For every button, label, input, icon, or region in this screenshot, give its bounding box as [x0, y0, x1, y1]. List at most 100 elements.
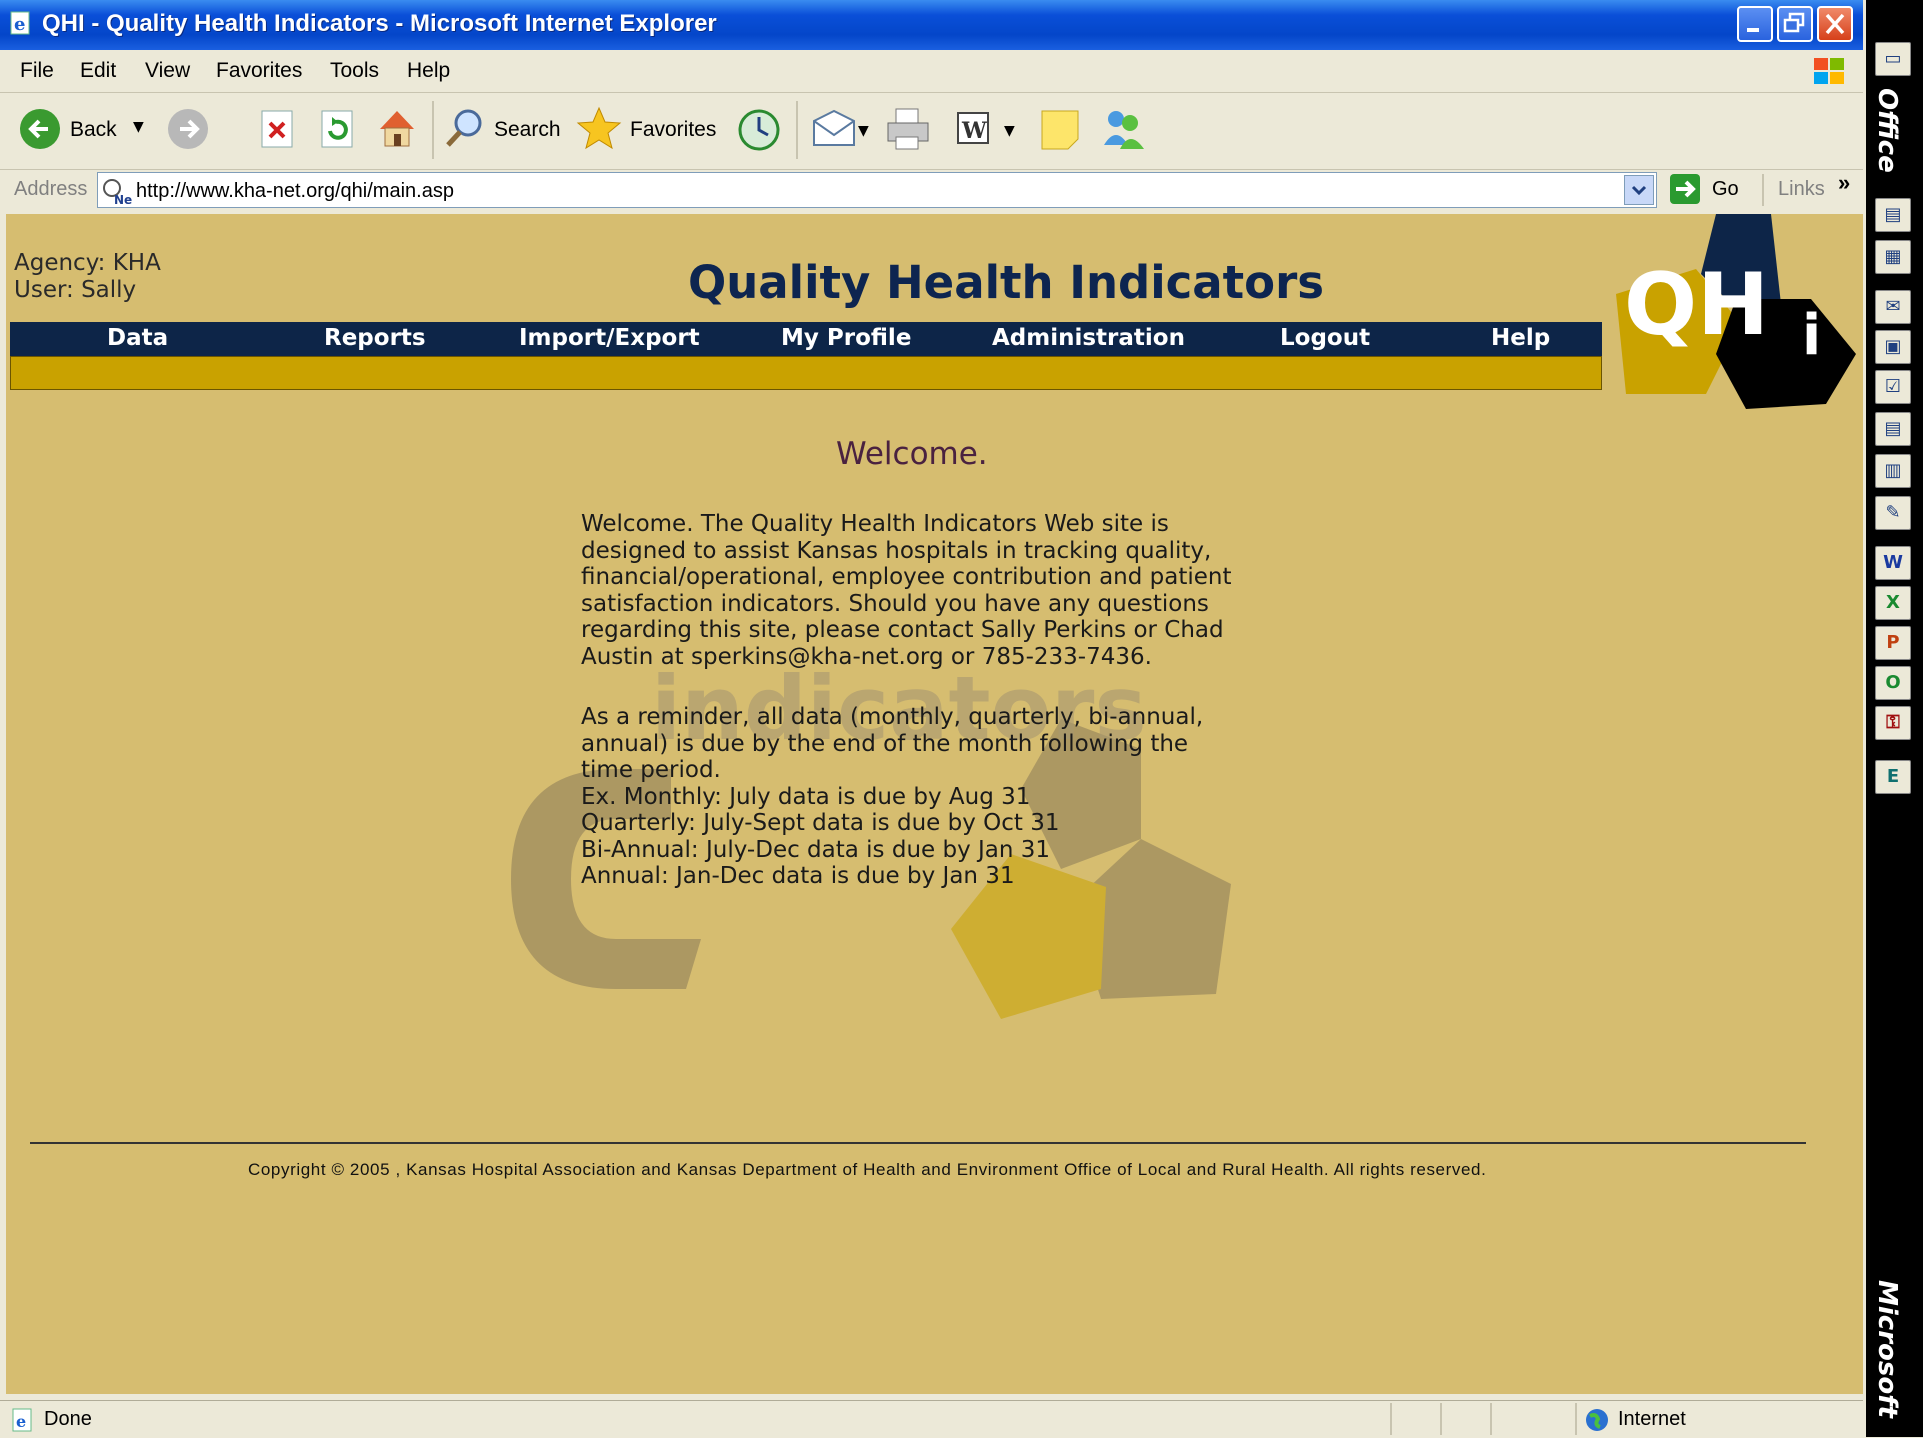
search-label: Search	[494, 118, 561, 141]
back-arrow-icon	[20, 109, 60, 149]
qhi-logo: QH i	[1616, 214, 1856, 409]
office-folder-button[interactable]: ▭	[1875, 42, 1911, 76]
menu-view[interactable]: View	[145, 59, 190, 83]
menu-edit[interactable]: Edit	[80, 59, 116, 83]
restore-button[interactable]	[1777, 6, 1813, 42]
web-page: indicators Agency: KHA User: Sally Quali…	[6, 214, 1863, 1394]
office-new-doc-button[interactable]: ▤	[1875, 198, 1911, 232]
stop-icon[interactable]	[258, 109, 298, 149]
footer-divider	[30, 1142, 1806, 1144]
minimize-button[interactable]	[1737, 6, 1773, 42]
forward-arrow-icon[interactable]	[166, 107, 210, 151]
main-nav: Data Reports Import/Export My Profile Ad…	[10, 322, 1602, 356]
address-url: http://www.kha-net.org/qhi/main.asp	[136, 180, 454, 202]
office-outlook-button[interactable]: O	[1875, 666, 1911, 700]
subnav-bar	[10, 356, 1602, 390]
toolbar-separator	[796, 101, 798, 159]
close-icon	[1825, 13, 1845, 35]
discuss-note-icon[interactable]	[1038, 107, 1084, 153]
site-title: Quality Health Indicators	[688, 256, 1325, 309]
excel-icon: X	[1886, 592, 1900, 613]
menu-bar: File Edit View Favorites Tools Help	[0, 50, 1863, 93]
home-icon[interactable]	[374, 105, 420, 151]
address-separator	[1762, 174, 1764, 206]
reminder-paragraph: As a reminder, all data (monthly, quarte…	[581, 704, 1281, 890]
office-journal-button[interactable]: ▥	[1875, 454, 1911, 488]
office-powerpoint-button[interactable]: P	[1875, 626, 1911, 660]
office-open-doc-button[interactable]: ▦	[1875, 240, 1911, 274]
nav-import-export[interactable]: Import/Export	[519, 325, 700, 351]
address-label: Address	[14, 178, 88, 200]
nav-reports[interactable]: Reports	[324, 325, 426, 351]
note-icon: ✎	[1885, 502, 1901, 523]
journal-icon: ▥	[1884, 460, 1902, 481]
menu-tools[interactable]: Tools	[330, 59, 379, 83]
address-bar: Address Net http://www.kha-net.org/qhi/m…	[0, 170, 1863, 212]
refresh-icon[interactable]	[318, 109, 358, 149]
restore-icon	[1783, 12, 1805, 33]
intro-line: Austin at sperkins@kha-net.org or 785-23…	[581, 643, 1152, 670]
office-word-button[interactable]: W	[1875, 546, 1911, 580]
office-task-button[interactable]: ☑	[1875, 370, 1911, 404]
back-dropdown-icon[interactable]: ▼	[133, 119, 144, 135]
minimize-icon	[1747, 28, 1759, 32]
search-button[interactable]: Search	[442, 105, 562, 153]
favorites-button[interactable]: Favorites	[576, 105, 726, 153]
nav-administration[interactable]: Administration	[992, 325, 1185, 351]
publisher-icon: E	[1886, 766, 1900, 787]
mail-icon[interactable]: ▼	[810, 107, 870, 153]
menu-favorites[interactable]: Favorites	[216, 59, 302, 83]
windows-logo-icon	[1814, 58, 1844, 84]
messenger-icon[interactable]	[1098, 105, 1148, 153]
back-button[interactable]: Back ▼	[18, 107, 148, 153]
task-check-icon: ☑	[1884, 376, 1902, 397]
calendar-icon: ▣	[1884, 336, 1902, 357]
intro-line: satisfaction indicators. Should you have…	[581, 590, 1209, 617]
office-shortcut-bar: Office ▭ ▤ ▦ ✉ ▣ ☑ ▤ ▥ ✎ W X P O ⚿ E Mic…	[1866, 0, 1923, 1437]
office-note-button[interactable]: ✎	[1875, 496, 1911, 530]
reminder-line: Ex. Monthly: July data is due by Aug 31	[581, 783, 1031, 810]
user-label: User: Sally	[14, 277, 137, 303]
favorites-star-icon	[576, 106, 622, 150]
office-mail-button[interactable]: ✉	[1875, 290, 1911, 324]
access-key-icon: ⚿	[1886, 712, 1900, 733]
intro-line: designed to assist Kansas hospitals in t…	[581, 537, 1212, 564]
links-more-chevron[interactable]: »	[1838, 170, 1850, 196]
back-label: Back	[70, 118, 117, 141]
reminder-line: Bi-Annual: July-Dec data is due by Jan 3…	[581, 836, 1051, 863]
office-access-button[interactable]: ⚿	[1875, 706, 1911, 740]
svg-text:Net: Net	[114, 193, 132, 206]
office-appointment-button[interactable]: ▣	[1875, 330, 1911, 364]
nav-logout[interactable]: Logout	[1280, 325, 1370, 351]
mail-envelope-icon: ✉	[1885, 296, 1901, 317]
nav-my-profile[interactable]: My Profile	[781, 325, 911, 351]
menu-file[interactable]: File	[20, 59, 54, 83]
address-dropdown-button[interactable]	[1624, 175, 1654, 205]
menu-help[interactable]: Help	[407, 59, 450, 83]
nav-data[interactable]: Data	[107, 325, 168, 351]
address-input[interactable]: Net http://www.kha-net.org/qhi/main.asp	[97, 172, 1657, 208]
copyright-text: Copyright © 2005 , Kansas Hospital Assoc…	[248, 1160, 1487, 1179]
print-icon[interactable]	[884, 105, 932, 153]
nav-help[interactable]: Help	[1491, 325, 1550, 351]
toolbar-separator	[432, 101, 434, 159]
office-publisher-button[interactable]: E	[1875, 760, 1911, 794]
office-contact-button[interactable]: ▤	[1875, 412, 1911, 446]
word-icon: W	[1883, 552, 1903, 573]
folder-icon: ▭	[1884, 48, 1902, 69]
office-label: Office	[1872, 88, 1902, 173]
go-button[interactable]: Go	[1668, 172, 1748, 208]
intro-line: financial/operational, employee contribu…	[581, 564, 1232, 590]
links-button[interactable]: Links	[1778, 178, 1825, 201]
office-excel-button[interactable]: X	[1875, 586, 1911, 620]
close-window-button[interactable]	[1817, 6, 1853, 42]
edit-word-icon[interactable]: W ▼	[954, 109, 1024, 149]
status-separator	[1490, 1403, 1492, 1435]
status-separator	[1440, 1403, 1442, 1435]
status-bar: e Done Internet	[0, 1400, 1863, 1438]
site-favicon-icon: Net	[103, 179, 132, 206]
browser-window: e QHI - Quality Health Indicators - Micr…	[0, 0, 1863, 1438]
history-icon[interactable]	[736, 107, 782, 153]
open-document-icon: ▦	[1884, 246, 1902, 267]
security-zone: Internet	[1618, 1408, 1686, 1430]
